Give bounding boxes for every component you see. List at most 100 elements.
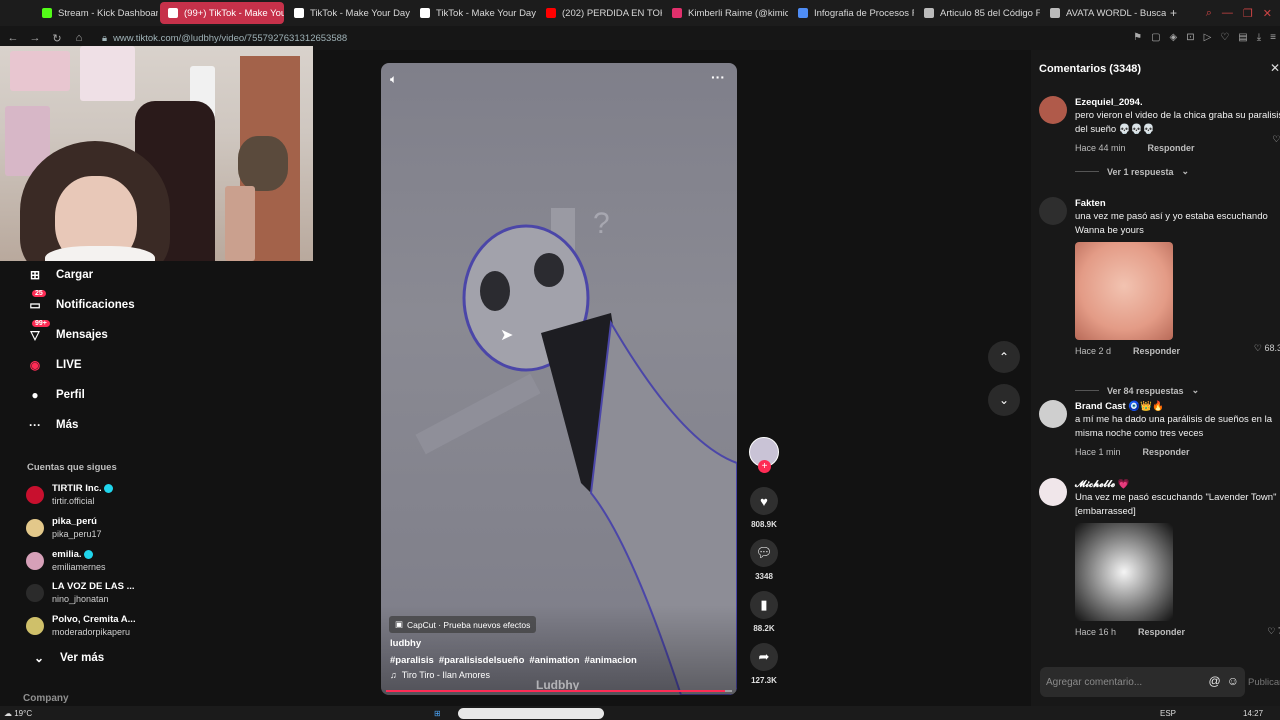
url-field[interactable]: 🔒︎ www.tiktok.com/@ludbhy/video/75579276… [102,33,347,44]
chevron-down-icon: ⌄ [998,393,1010,407]
followed-account[interactable]: pika_perú pika_peru17 [26,516,102,540]
company-link[interactable]: Company [23,693,69,704]
shield-icon[interactable]: ◈ [1170,32,1178,43]
weather-widget[interactable]: ☁ 19°C [4,709,32,718]
reply-button[interactable]: Responder [1138,627,1185,637]
browser-tab[interactable]: Stream - Kick Dashboard [34,2,158,24]
previous-video-button[interactable]: ⌃ [988,341,1020,373]
close-window-icon[interactable]: ✕ [1263,7,1272,20]
avatar[interactable] [1039,96,1067,124]
avatar[interactable] [1039,197,1067,225]
play-icon[interactable]: ▷ [1204,32,1212,43]
comment-like-button[interactable]: ♡ 3 [1272,134,1280,145]
language-indicator[interactable]: ESP [1160,709,1176,718]
tab-label: Stream - Kick Dashboard [58,7,158,19]
like-action[interactable]: ♥ 808.9K [750,487,778,529]
browser-tab[interactable]: Articulo 85 del Código F [916,2,1040,24]
comment-icon[interactable]: 💬︎ [750,539,778,567]
followed-account[interactable]: LA VOZ DE LAS ... nino_jhonatan [26,581,135,605]
tab-label: TikTok - Make Your Day [310,7,410,19]
hashtag-link[interactable]: #animacion [585,655,637,666]
search-tabs-icon[interactable]: ⌕ [1206,7,1212,20]
close-icon[interactable]: ✕ [1270,61,1280,75]
avatar[interactable] [1039,478,1067,506]
heart-icon[interactable]: ♥ [750,487,778,515]
hashtag-link[interactable]: #paralisis [390,655,434,666]
video-music[interactable]: ♫ Tiro Tiro - Ilan Amores [390,670,490,680]
reply-button[interactable]: Responder [1143,447,1190,457]
heart-icon[interactable]: ♡ [1220,32,1229,43]
video-progress-bar[interactable] [386,690,732,692]
emoji-icon[interactable]: ☺ [1227,674,1239,688]
video-progress-fill [386,690,726,692]
followed-account[interactable]: emilia. emiliamernes [26,549,106,573]
back-icon[interactable]: ← [4,32,22,44]
comment-username[interactable]: Fakten [1075,197,1280,210]
sidebar-item-ms[interactable]: ··· Más [26,416,78,434]
account-username: tirtir.official [52,496,95,506]
comment-username[interactable]: 𝓜𝓲𝓬𝓱𝓮𝓵𝓵𝓮 💗 [1075,478,1280,491]
comment-sticker-image[interactable] [1075,242,1173,340]
settings-icon[interactable]: ≡ [1270,32,1276,43]
comment-like-button[interactable]: ♡ 68.3K [1254,343,1280,354]
sidebar-item-live[interactable]: ◉ LIVE [26,356,82,374]
comment-username[interactable]: Ezequiel_2094. [1075,96,1280,109]
browser-tab[interactable]: (99+) TikTok - Make Your [160,2,284,24]
video-player[interactable]: 🔈︎ ··· ? ▣ CapCut · Prueba nuevos efecto… [381,63,737,695]
sidebar-icon[interactable]: ▤ [1238,32,1247,43]
browser-tab[interactable]: Infografia de Procesos F [790,2,914,24]
creator-avatar[interactable]: + [749,437,779,473]
view-replies-button[interactable]: Ver 1 respuesta ⌄ [1075,166,1280,177]
tab-icon[interactable]: ▢ [1151,32,1160,43]
save-action[interactable]: ▮ 88.2K [750,591,778,633]
hashtag-link[interactable]: #animation [529,655,579,666]
capcut-tag[interactable]: ▣ CapCut · Prueba nuevos efectos [389,616,537,633]
comment-input[interactable]: Agregar comentario... @ ☺ [1040,667,1245,697]
sidebar-item-perfil[interactable]: ● Perfil [26,386,84,404]
follow-plus-icon[interactable]: + [758,460,771,473]
view-replies-button[interactable]: Ver 84 respuestas ⌄ [1075,385,1280,396]
sidebar-item-mensajes[interactable]: ▽ 99+ Mensajes [26,320,108,344]
avatar[interactable] [1039,400,1067,428]
publish-button[interactable]: Publicar [1248,677,1280,688]
taskbar-search[interactable] [458,707,604,719]
comment-text: una vez me pasó así y yo estaba escuchan… [1075,211,1268,236]
home-icon[interactable]: ⌂ [70,32,88,44]
mention-icon[interactable]: @ [1209,674,1221,688]
more-icon: ··· [29,418,41,432]
video-author[interactable]: ludbhy [390,638,421,649]
comment-username[interactable]: Brand Cast 🧿👑🔥 [1075,400,1280,413]
sidebar-item-notificaciones[interactable]: ▭ 25 Notificaciones [26,290,135,314]
download-icon[interactable]: ⤓ [1257,32,1261,43]
extension-icon[interactable]: ⊡ [1186,32,1194,43]
hashtag-link[interactable]: #paralisisdelsueño [439,655,525,666]
reply-button[interactable]: Responder [1148,143,1195,153]
followed-account[interactable]: TIRTIR Inc. tirtir.official [26,483,113,507]
sidebar-item-cargar[interactable]: ⊞ Cargar [26,266,93,284]
clock[interactable]: 14:27 [1243,709,1263,718]
notification-badge: 99+ [32,320,50,327]
share-action[interactable]: ➦ 127.3K [750,643,778,685]
browser-tab[interactable]: Kimberli Raime (@kimic [664,2,788,24]
heart-icon: ♡ [1267,626,1278,636]
browser-tab[interactable]: AVATA WORDL - Buscar [1042,2,1166,24]
comment-action[interactable]: 💬︎ 3348 [750,539,778,581]
browser-tab[interactable]: TikTok - Make Your Day [286,2,410,24]
followed-account[interactable]: Polvo, Cremita A... moderadorpikaperu [26,614,136,638]
comment-sticker-image[interactable] [1075,523,1173,621]
next-video-button[interactable]: ⌄ [988,384,1020,416]
start-icon[interactable]: ⊞ [434,709,441,718]
share-icon[interactable]: ➦ [750,643,778,671]
browser-tab[interactable]: TikTok - Make Your Day [412,2,536,24]
comment-like-button[interactable]: ♡ 73 [1267,626,1280,637]
browser-tab[interactable]: (202) PERDIDA EN TOKI [538,2,662,24]
see-more-button[interactable]: ⌄ Ver más [30,649,104,667]
reload-icon[interactable]: ↻ [48,32,66,45]
forward-icon[interactable]: → [26,32,44,44]
minimize-icon[interactable]: — [1222,7,1233,19]
bookmark-icon[interactable]: ⚑ [1133,32,1142,43]
reply-button[interactable]: Responder [1133,346,1180,356]
new-tab-button[interactable]: + [1170,6,1177,20]
maximize-icon[interactable]: ❐ [1243,7,1253,20]
bookmark-icon[interactable]: ▮ [750,591,778,619]
